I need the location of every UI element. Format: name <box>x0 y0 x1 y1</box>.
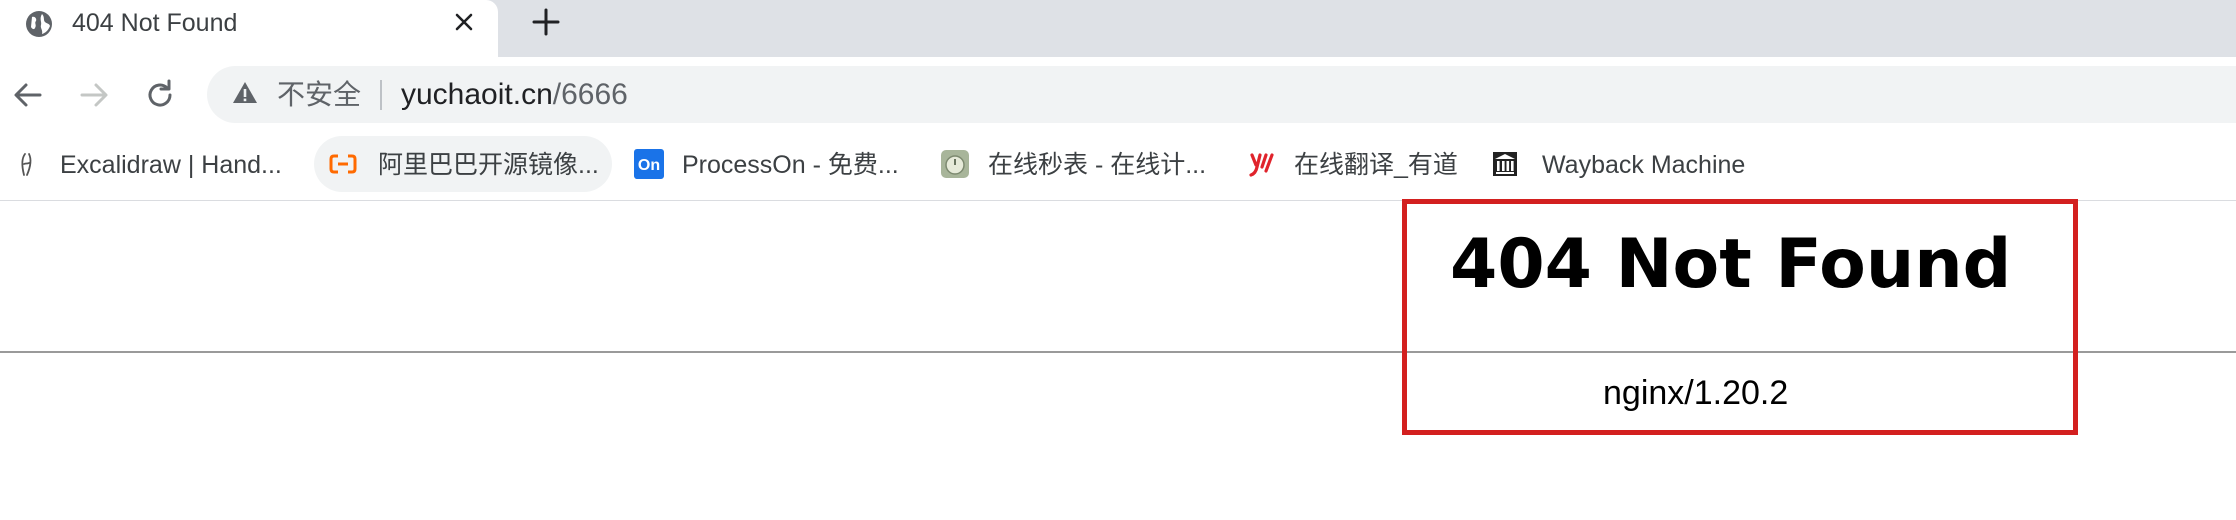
stopwatch-icon <box>941 150 969 178</box>
active-tab[interactable]: 404 Not Found <box>0 0 498 57</box>
warning-triangle-icon[interactable] <box>231 79 259 107</box>
url-path: /6666 <box>552 78 628 111</box>
youdao-icon <box>1249 153 1274 177</box>
red-annotation-box <box>1402 199 2078 435</box>
bookmark-excalidraw[interactable]: Excalidraw | Hand... <box>0 136 300 192</box>
bookmark-label: Excalidraw | Hand... <box>60 151 282 179</box>
bookmark-label: 阿里巴巴开源镜像... <box>378 151 599 179</box>
svg-text:On: On <box>638 157 660 174</box>
bookmark-stopwatch[interactable]: 在线秒表 - 在线计... <box>926 136 1226 192</box>
processon-icon: On <box>634 149 664 179</box>
page-content: 404 Not Found nginx/1.20.2 <box>0 199 2236 520</box>
tab-strip: 404 Not Found <box>0 0 2236 57</box>
new-tab-plus-icon[interactable] <box>527 3 565 41</box>
bookmark-wayback[interactable]: Wayback Machine <box>1478 136 1778 192</box>
bookmark-label: Wayback Machine <box>1542 151 1746 179</box>
globe-icon <box>26 11 52 37</box>
excalidraw-icon <box>21 153 32 176</box>
bookmark-label: 在线秒表 - 在线计... <box>988 151 1207 179</box>
browser-toolbar: 不安全 yuchaoit.cn/6666 <box>0 57 2236 132</box>
bookmark-aliyun-mirror[interactable]: 阿里巴巴开源镜像... <box>314 136 612 192</box>
bookmark-processon[interactable]: On ProcessOn - 免费... <box>620 136 920 192</box>
omnibox-separator <box>380 80 382 110</box>
url-host: yuchaoit.cn <box>401 78 553 111</box>
bookmarks-bar: Excalidraw | Hand... 阿里巴巴开源镜像... On Proc… <box>0 132 2236 201</box>
wayback-icon <box>1493 152 1517 176</box>
bookmark-label: 在线翻译_有道 <box>1294 151 1458 179</box>
bookmark-youdao[interactable]: 在线翻译_有道 <box>1232 136 1472 192</box>
close-tab-icon[interactable] <box>448 6 480 38</box>
forward-arrow-icon[interactable] <box>72 73 116 117</box>
url-text[interactable]: yuchaoit.cn/6666 <box>401 78 628 112</box>
alibaba-cloud-icon <box>329 154 357 174</box>
address-bar[interactable]: 不安全 yuchaoit.cn/6666 <box>207 66 2236 123</box>
reload-icon[interactable] <box>138 73 182 117</box>
tab-title: 404 Not Found <box>72 9 238 37</box>
not-secure-label[interactable]: 不安全 <box>277 79 361 111</box>
back-arrow-icon[interactable] <box>6 73 50 117</box>
bookmark-label: ProcessOn - 免费... <box>682 151 899 179</box>
